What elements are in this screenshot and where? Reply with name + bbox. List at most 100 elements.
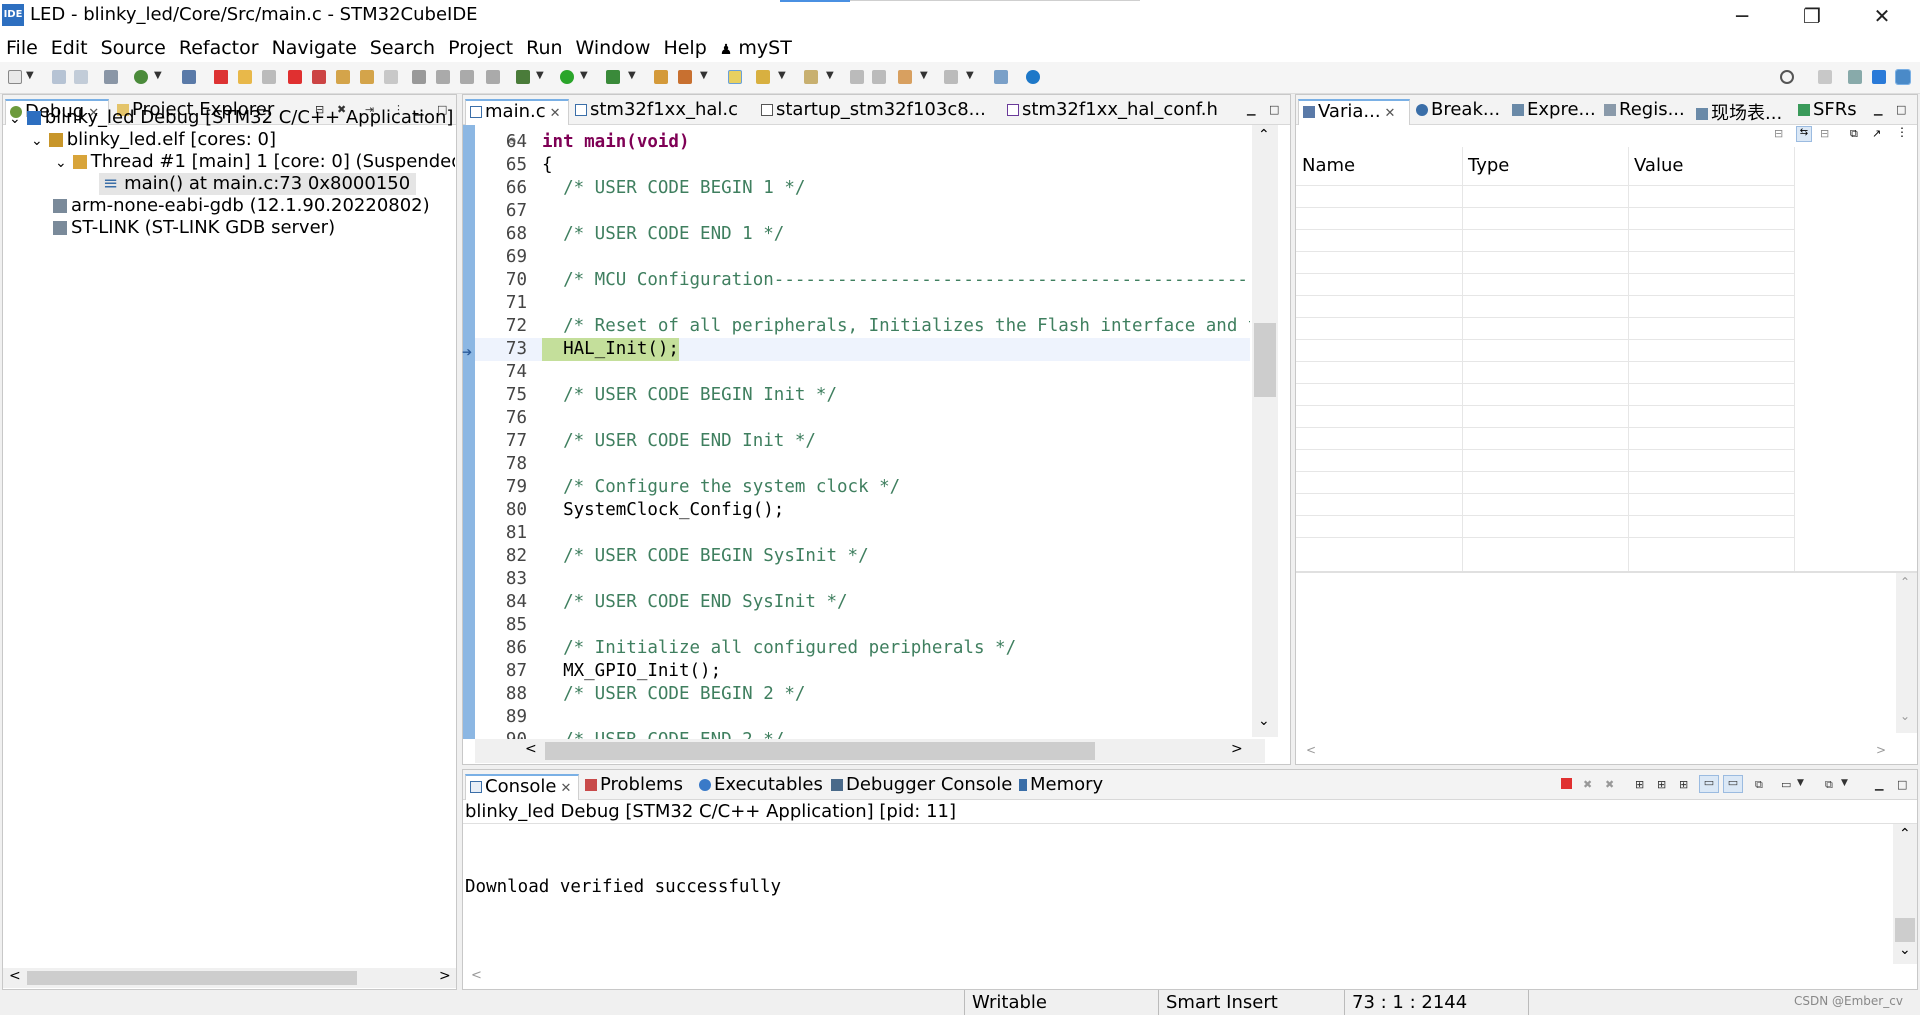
pin-console-icon[interactable]: ⧉ <box>1755 778 1763 792</box>
close-window-button[interactable]: ✕ <box>1852 0 1912 34</box>
menu-help[interactable]: Help <box>663 37 706 59</box>
tab-registers[interactable]: Regis... <box>1600 99 1689 125</box>
step-over-icon[interactable] <box>360 70 374 84</box>
detail-horizontal-scrollbar[interactable]: < > <box>1296 741 1917 763</box>
scroll-up-icon[interactable]: ⌃ <box>1899 826 1911 842</box>
open-perspective-icon[interactable] <box>1818 70 1832 84</box>
tab-main-c[interactable]: main.c ✕ <box>465 99 569 125</box>
scroll-left-icon[interactable]: < <box>471 968 482 983</box>
maximize-view-icon[interactable]: □ <box>1269 103 1279 116</box>
reset-icon[interactable] <box>460 70 474 84</box>
open-console-dropdown-icon[interactable]: ▼ <box>1841 778 1848 788</box>
scrollbar-thumb[interactable] <box>27 971 357 985</box>
menu-myst[interactable]: ♟ myST <box>720 37 792 59</box>
last-edit-icon[interactable] <box>850 70 864 84</box>
tree-item-thread[interactable]: ⌄ Thread #1 [main] 1 [core: 0] (Suspended… <box>55 151 455 173</box>
minimize-view-icon[interactable]: ▁ <box>1874 103 1882 116</box>
scroll-right-icon[interactable]: > <box>439 968 451 984</box>
code-line[interactable]: 65 { <box>475 154 1250 177</box>
save-all-icon[interactable] <box>74 70 88 84</box>
toggle-mark-icon[interactable] <box>728 70 742 84</box>
expand-toggle-icon[interactable]: ⌄ <box>9 111 21 127</box>
open-console-icon[interactable]: ⧉ <box>1825 778 1833 792</box>
status-cursor-position[interactable]: 73 : 1 : 2144 <box>1352 992 1467 1013</box>
show-types-icon[interactable]: ⇆ <box>1796 126 1812 142</box>
perspective-debug-icon[interactable] <box>1895 69 1911 85</box>
fold-marker-icon[interactable]: ⊖ <box>508 136 516 147</box>
show-on-stderr-icon[interactable]: ▭ <box>1723 775 1743 793</box>
new-view-icon[interactable]: ⧉ <box>1850 127 1858 141</box>
scrollbar-thumb[interactable] <box>545 742 1095 760</box>
collapse-all-icon[interactable]: ⊟ <box>1820 127 1829 140</box>
code-line[interactable]: 73 HAL_Init(); <box>475 338 1250 361</box>
open-console-icon[interactable] <box>994 70 1008 84</box>
code-line[interactable]: 67 <box>475 200 1250 223</box>
resume-icon[interactable] <box>238 70 252 84</box>
code-line[interactable]: 88 /* USER CODE BEGIN 2 */ <box>475 683 1250 706</box>
tab-expressions[interactable]: Expre... <box>1508 99 1600 125</box>
refresh-icon[interactable] <box>134 70 148 84</box>
scroll-up-icon[interactable]: ⌃ <box>1258 127 1270 143</box>
close-icon[interactable]: ✕ <box>1385 106 1396 121</box>
back-icon[interactable] <box>898 70 912 84</box>
code-line[interactable]: 69 <box>475 246 1250 269</box>
variables-table[interactable]: Name Type Value <box>1296 147 1917 571</box>
menu-source[interactable]: Source <box>101 37 166 59</box>
tree-item-launch[interactable]: ⌄ blinky_led Debug [STM32 C/C++ Applicati… <box>9 107 453 129</box>
menu-run[interactable]: Run <box>526 37 562 59</box>
back-dropdown-icon[interactable]: ▼ <box>920 70 928 81</box>
scroll-right-icon[interactable]: > <box>1231 741 1243 757</box>
tree-item-stlink[interactable]: ST-LINK (ST-LINK GDB server) <box>53 217 335 239</box>
task-dropdown-icon[interactable]: ▼ <box>700 70 708 81</box>
tab-sfrs[interactable]: SFRs <box>1794 99 1861 125</box>
build-icon[interactable] <box>104 70 118 84</box>
clear-console-icon[interactable]: ⊞ <box>1635 778 1644 791</box>
view-menu-icon[interactable]: ⋮ <box>1896 125 1908 139</box>
code-line[interactable]: 64 int main(void) <box>475 131 1250 154</box>
column-type[interactable]: Type <box>1462 147 1628 185</box>
code-line[interactable]: 71 <box>475 292 1250 315</box>
menu-file[interactable]: File <box>6 37 38 59</box>
collapse-icon[interactable]: ⊟ <box>1774 127 1783 140</box>
code-line[interactable]: 86 /* Initialize all configured peripher… <box>475 637 1250 660</box>
code-line[interactable]: 72 /* Reset of all peripherals, Initiali… <box>475 315 1250 338</box>
new-icon[interactable] <box>8 70 22 84</box>
tree-item-elf[interactable]: ⌄ blinky_led.elf [cores: 0] <box>31 129 276 151</box>
code-line[interactable]: 84 /* USER CODE END SysInit */ <box>475 591 1250 614</box>
terminate-icon[interactable] <box>1561 778 1572 789</box>
scroll-lock-icon[interactable]: ⊞ <box>1657 778 1666 791</box>
scroll-left-icon[interactable]: < <box>1306 743 1316 757</box>
menu-refactor[interactable]: Refactor <box>179 37 259 59</box>
scroll-up-icon[interactable]: ⌃ <box>1900 575 1910 589</box>
tab-memory[interactable]: Memory <box>1015 774 1107 800</box>
scroll-left-icon[interactable]: < <box>525 741 537 757</box>
minimize-view-icon[interactable]: ▁ <box>1875 778 1883 791</box>
code-line[interactable]: 82 /* USER CODE BEGIN SysInit */ <box>475 545 1250 568</box>
status-insert-mode[interactable]: Smart Insert <box>1166 992 1278 1013</box>
step-return-icon[interactable] <box>384 70 398 84</box>
open-type-icon[interactable] <box>654 70 668 84</box>
code-line[interactable]: 83 <box>475 568 1250 591</box>
menu-window[interactable]: Window <box>576 37 651 59</box>
terminate-icon[interactable] <box>288 70 302 84</box>
restart-icon[interactable] <box>436 70 450 84</box>
skip-breakpoints-icon[interactable] <box>182 70 196 84</box>
maximize-button[interactable]: ❐ <box>1782 0 1842 34</box>
tab-executables[interactable]: Executables <box>695 774 827 800</box>
minimize-button[interactable]: ─ <box>1712 0 1772 34</box>
variable-detail-pane[interactable] <box>1296 573 1896 733</box>
debug-horizontal-scrollbar[interactable]: < > <box>3 968 456 988</box>
toggle-icon[interactable] <box>486 70 500 84</box>
menu-search[interactable]: Search <box>370 37 435 59</box>
run-dropdown-icon[interactable]: ▼ <box>580 70 588 81</box>
disconnect-icon[interactable] <box>312 70 326 84</box>
instruction-stepping-icon[interactable] <box>412 70 426 84</box>
code-line[interactable]: 70 /* MCU Configuration-----------------… <box>475 269 1250 292</box>
scroll-down-icon[interactable]: ⌄ <box>1900 709 1910 723</box>
info-icon[interactable] <box>1026 70 1040 84</box>
perspective-mx-icon[interactable] <box>1872 70 1886 84</box>
tab-variables[interactable]: Varia... ✕ <box>1298 99 1410 125</box>
column-value[interactable]: Value <box>1628 147 1794 185</box>
step-into-icon[interactable] <box>336 70 350 84</box>
debug-dropdown-icon[interactable]: ▼ <box>536 70 544 81</box>
